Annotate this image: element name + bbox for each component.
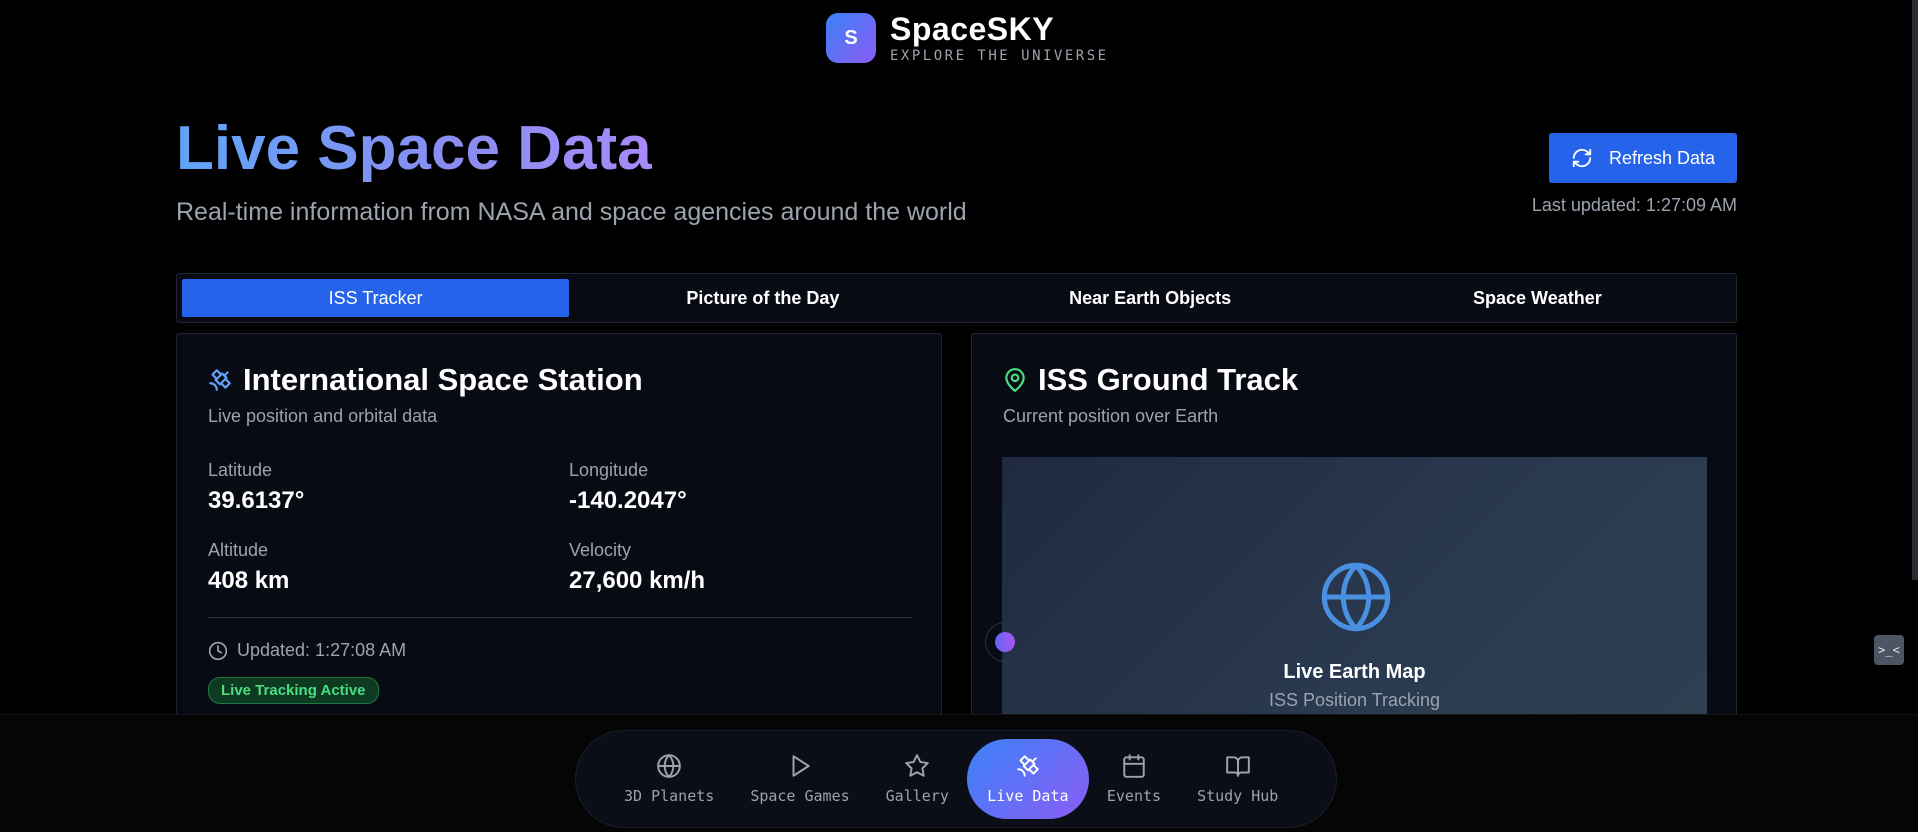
ground-track-description: Current position over Earth (1003, 406, 1219, 426)
ground-track-card: ISS Ground Track Current position over E… (971, 333, 1737, 757)
nav-item-study-hub[interactable]: Study Hub (1179, 739, 1296, 819)
last-updated-text: Last updated: 1:27:09 AM (1531, 195, 1737, 215)
globe-icon (657, 754, 681, 778)
ground-track-title: ISS Ground Track (1002, 362, 1298, 398)
data-tabs: ISS Tracker Picture of the Day Near Eart… (176, 273, 1737, 323)
nav-label: Space Games (750, 787, 850, 805)
satellite-icon (1017, 755, 1039, 777)
refresh-icon (1572, 148, 1592, 168)
tab-iss-tracker[interactable]: ISS Tracker (182, 279, 570, 317)
stat-latitude-value: 39.6137° (208, 487, 305, 514)
nav-item-gallery[interactable]: Gallery (868, 739, 967, 819)
nav-item-events[interactable]: Events (1089, 739, 1179, 819)
nav-item-live-data[interactable]: Live Data (966, 739, 1089, 819)
refresh-data-button[interactable]: Refresh Data (1549, 133, 1737, 183)
iss-updated: Updated: 1:27:08 AM (208, 640, 406, 661)
nav-label: 3D Planets (624, 787, 715, 805)
stat-longitude-label: Longitude (569, 460, 649, 480)
iss-card-title: International Space Station (207, 362, 643, 398)
ground-track-title-text: ISS Ground Track (1038, 362, 1299, 397)
refresh-data-label: Refresh Data (1608, 147, 1716, 168)
brand-name: SpaceSKY (890, 11, 1055, 47)
iss-card: International Space Station Live positio… (176, 333, 942, 753)
stat-latitude: Latitude 39.6137° (208, 460, 304, 515)
satellite-icon (209, 369, 231, 391)
page-title: Live Space Data (176, 112, 652, 186)
stat-altitude: Altitude 408 km (208, 540, 289, 595)
iss-updated-text: Updated: 1:27:08 AM (237, 640, 407, 660)
globe-icon (1321, 562, 1391, 632)
iss-card-description: Live position and orbital data (208, 406, 438, 426)
stat-latitude-label: Latitude (208, 460, 273, 480)
tab-picture-of-the-day[interactable]: Picture of the Day (569, 279, 956, 317)
stat-velocity: Velocity 27,600 km/h (569, 540, 705, 595)
bottom-nav: 3D Planets Space Games Gallery Live Data… (575, 730, 1337, 828)
nav-item-3d-planets[interactable]: 3D Planets (606, 739, 732, 819)
stat-altitude-value: 408 km (208, 567, 290, 594)
nav-label: Gallery (885, 787, 949, 805)
map-title: Live Earth Map (1283, 661, 1426, 683)
page-subtitle: Real-time information from NASA and spac… (176, 198, 967, 226)
stat-longitude-value: -140.2047° (569, 487, 687, 514)
iss-card-title-text: International Space Station (243, 362, 643, 397)
brand-text: SpaceSKY EXPLORE THE UNIVERSE (890, 12, 1109, 64)
stat-velocity-label: Velocity (569, 540, 632, 560)
map-pin-icon (1005, 368, 1025, 392)
nav-label: Live Data (987, 787, 1069, 805)
play-icon (792, 755, 810, 777)
orb-dot (995, 632, 1015, 652)
calendar-icon (1123, 754, 1145, 778)
stats-divider (208, 617, 912, 618)
side-widget-button[interactable]: >_< (1874, 635, 1904, 665)
stat-velocity-value: 27,600 km/h (569, 567, 706, 594)
nav-item-space-games[interactable]: Space Games (732, 739, 867, 819)
tab-near-earth-objects[interactable]: Near Earth Objects (957, 279, 1344, 317)
tab-space-weather[interactable]: Space Weather (1344, 279, 1731, 317)
nav-label: Events (1106, 787, 1162, 805)
brand-logo: S (826, 13, 876, 63)
brand-tagline: EXPLORE THE UNIVERSE (890, 48, 1109, 64)
stat-altitude-label: Altitude (208, 540, 269, 560)
live-earth-map[interactable]: Live Earth Map ISS Position Tracking (1002, 457, 1707, 757)
map-subtitle: ISS Position Tracking (1268, 690, 1441, 710)
clock-icon (208, 641, 228, 660)
floating-orb-button[interactable] (985, 622, 1025, 662)
star-icon (905, 754, 930, 777)
nav-label: Study Hub (1197, 787, 1279, 805)
live-tracking-badge: Live Tracking Active (208, 677, 379, 704)
stat-longitude: Longitude -140.2047° (569, 460, 687, 515)
brand-header[interactable]: S SpaceSKY EXPLORE THE UNIVERSE (826, 12, 1109, 64)
page-scrollbar[interactable] (1912, 0, 1918, 580)
book-icon (1225, 756, 1250, 777)
